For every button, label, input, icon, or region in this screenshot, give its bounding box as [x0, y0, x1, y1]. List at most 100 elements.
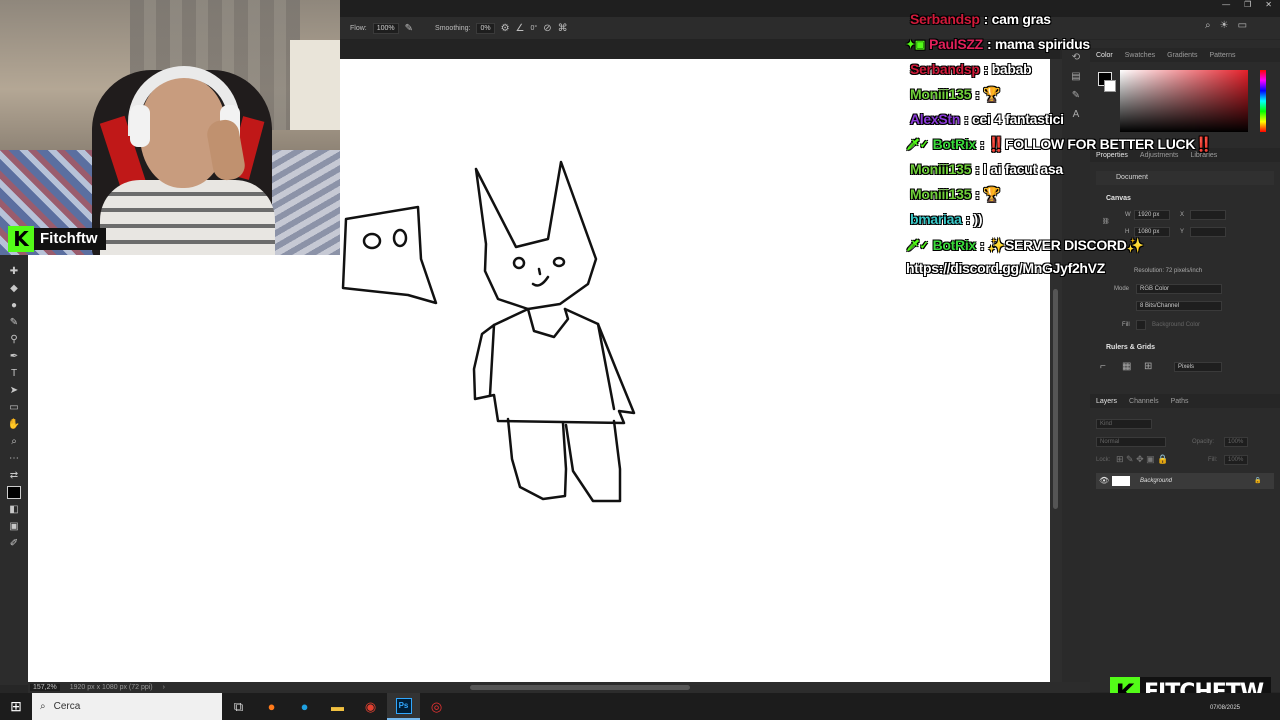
cat-mouth: [531, 275, 550, 287]
tab-patterns[interactable]: Patterns: [1209, 52, 1235, 59]
tab-channels[interactable]: Channels: [1129, 398, 1159, 405]
type-tool-icon[interactable]: T: [7, 367, 21, 380]
cat-collar: [526, 307, 570, 339]
swap-colors-icon[interactable]: ⇄: [7, 469, 21, 482]
screen: — ❐ ✕ Flow: 100% ✎ Smoothing: 0% ⚙ ∠ 0° …: [0, 0, 1280, 720]
blur-tool-icon[interactable]: ●: [7, 299, 21, 312]
blend-mode-select[interactable]: Normal: [1096, 437, 1166, 447]
fill-value[interactable]: Background Color: [1152, 322, 1200, 328]
layer-row-background[interactable]: 👁 Background 🔒: [1096, 473, 1274, 489]
hand-tool-icon[interactable]: ✋: [7, 418, 21, 431]
taskbar-search[interactable]: ⌕ Cerca: [32, 693, 222, 720]
flow-field[interactable]: 100%: [372, 22, 399, 34]
x-field[interactable]: [1190, 210, 1226, 220]
layer-filter-kind[interactable]: Kind: [1096, 419, 1152, 429]
gear-icon[interactable]: ⚙: [501, 23, 510, 34]
cat-nose: [537, 267, 542, 276]
y-field[interactable]: [1190, 227, 1226, 237]
tab-layers[interactable]: Layers: [1096, 398, 1117, 405]
canvas-section-header[interactable]: Canvas: [1090, 195, 1280, 202]
comment-icon[interactable]: ▤: [1071, 71, 1080, 82]
obs-icon[interactable]: ◎: [420, 693, 453, 720]
angle-icon: ∠: [515, 22, 525, 34]
chat-username: Moniii135: [910, 186, 972, 202]
hue-slider[interactable]: [1260, 70, 1266, 132]
airbrush-icon[interactable]: ✎: [405, 23, 413, 34]
lock-icons[interactable]: ⊞ ✎ ✥ ▣ 🔒: [1116, 454, 1168, 465]
flow-label: Flow:: [350, 24, 367, 32]
opacity-field[interactable]: 100%: [1224, 437, 1248, 447]
document-row: Document: [1096, 171, 1274, 185]
status-chevron-icon[interactable]: ›: [163, 684, 165, 691]
tab-color[interactable]: Color: [1096, 52, 1113, 59]
mode-label: Mode: [1114, 286, 1130, 292]
more-tools-icon[interactable]: ⋯: [7, 452, 21, 465]
file-explorer-icon[interactable]: ▬: [321, 693, 354, 720]
chat-message: Moniii135 : 🏆: [906, 83, 1000, 105]
mode-select[interactable]: RGB Color: [1136, 284, 1222, 294]
chat-text: : )): [965, 211, 983, 227]
grid-icon[interactable]: ▦: [1122, 361, 1131, 372]
close-icon[interactable]: ✕: [1265, 0, 1272, 12]
pen-tool-icon[interactable]: ✒: [7, 350, 21, 363]
spot-heal-tool-icon[interactable]: ✚: [7, 265, 21, 278]
bit-depth-select[interactable]: 8 Bits/Channel: [1136, 301, 1222, 311]
chat-text: : 🏆: [975, 85, 1001, 102]
symmetry-icon[interactable]: ⌘: [558, 23, 568, 34]
path-select-tool-icon[interactable]: ➤: [7, 384, 21, 397]
tab-paths[interactable]: Paths: [1171, 398, 1189, 405]
channel-badge: K Fitchftw: [8, 226, 106, 252]
rulers-section-header[interactable]: Rulers & Grids: [1090, 344, 1280, 351]
chat-username: BotRix: [932, 237, 977, 253]
resolution-text: Resolution: 72 pixels/inch: [1134, 268, 1203, 274]
brush-settings-icon[interactable]: ✎: [1072, 90, 1080, 101]
dodge-tool-icon[interactable]: ⚲: [7, 333, 21, 346]
chat-username: Serbandsp: [910, 11, 980, 27]
chat-message: 🗡✓ BotRix : ✨SERVER DISCORD✨: [906, 234, 1144, 256]
character-icon[interactable]: A: [1073, 109, 1080, 120]
layer-name[interactable]: Background: [1140, 473, 1172, 489]
background-color[interactable]: [1104, 80, 1116, 92]
smoothing-field[interactable]: 0%: [476, 22, 495, 34]
chat-message: Serbandsp : cam gras: [906, 8, 1051, 30]
edge-icon[interactable]: ●: [288, 693, 321, 720]
brush-tool-icon[interactable]: ✎: [7, 316, 21, 329]
chat-text: : ✨SERVER DISCORD✨: [979, 236, 1144, 253]
edit-toolbar-icon[interactable]: ✐: [7, 537, 21, 550]
chat-username: Moniii135: [910, 161, 972, 177]
task-view-icon[interactable]: ⧉: [222, 693, 255, 720]
minimize-icon[interactable]: —: [1222, 0, 1230, 12]
pressure-icon[interactable]: ⊘: [543, 23, 551, 34]
quick-mask-icon[interactable]: ◧: [7, 503, 21, 516]
angle-field[interactable]: 0°: [531, 25, 538, 32]
firefox-icon[interactable]: ●: [255, 693, 288, 720]
chrome-icon[interactable]: ◉: [354, 693, 387, 720]
workspace-icon[interactable]: ▭: [1238, 20, 1247, 31]
width-field[interactable]: 1920 px: [1134, 210, 1170, 220]
screen-mode-icon[interactable]: ▣: [7, 520, 21, 533]
windows-start-icon[interactable]: ⊞: [0, 693, 32, 720]
fill-layer-field[interactable]: 100%: [1224, 455, 1248, 465]
chat-message: Moniii135 : l ai facut asa: [906, 158, 1063, 180]
scroll-thumb[interactable]: [1053, 289, 1058, 509]
link-icon[interactable]: ⛓: [1102, 218, 1110, 225]
fill-swatch[interactable]: [1136, 320, 1146, 330]
zoom-level[interactable]: 157,2%: [30, 684, 60, 691]
discover-icon[interactable]: ☀: [1220, 20, 1229, 31]
search-icon[interactable]: ⌕: [1205, 20, 1211, 31]
tab-gradients[interactable]: Gradients: [1167, 52, 1197, 59]
ruler-icon[interactable]: ⌐: [1100, 361, 1106, 372]
photoshop-taskbar-icon[interactable]: Ps: [387, 693, 420, 720]
eye-icon[interactable]: 👁: [1099, 473, 1109, 489]
tab-swatches[interactable]: Swatches: [1125, 52, 1155, 59]
paint-bucket-tool-icon[interactable]: ◆: [7, 282, 21, 295]
color-picker-field[interactable]: [1120, 70, 1248, 132]
rectangle-tool-icon[interactable]: ▭: [7, 401, 21, 414]
units-select[interactable]: Pixels: [1174, 362, 1222, 372]
restore-icon[interactable]: ❐: [1244, 0, 1251, 12]
guides-icon[interactable]: ⊞: [1144, 361, 1152, 372]
canvas-horizontal-scrollbar[interactable]: [470, 685, 690, 690]
foreground-color-swatch[interactable]: [7, 486, 21, 499]
zoom-tool-icon[interactable]: ⌕: [7, 435, 21, 448]
chat-link: https://discord.gg/MnGJyf2hVZ: [906, 260, 1105, 276]
